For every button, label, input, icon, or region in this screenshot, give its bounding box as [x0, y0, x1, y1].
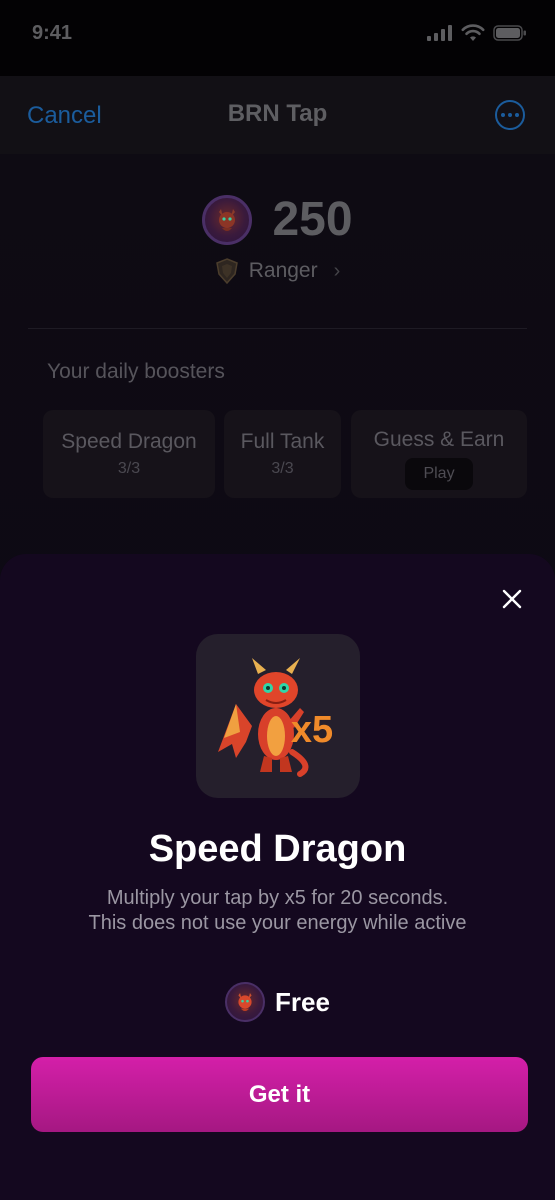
- booster-card-speed-dragon[interactable]: Speed Dragon 3/3: [43, 410, 215, 498]
- signal-icon: [427, 25, 452, 41]
- description-line: This does not use your energy while acti…: [88, 912, 467, 934]
- rank-label: Ranger: [248, 259, 318, 282]
- description-line: Multiply your tap by x5 for 20 seconds.: [106, 887, 449, 909]
- dot: [501, 113, 505, 117]
- dragon-coin-icon: [225, 982, 266, 1022]
- wifi-icon: [461, 24, 485, 41]
- sheet-title: Speed Dragon: [148, 828, 407, 870]
- image-badge: x5: [291, 709, 333, 751]
- play-button[interactable]: Play: [405, 458, 473, 490]
- status-icons: [427, 24, 527, 42]
- get-it-button[interactable]: Get it: [31, 1057, 528, 1132]
- dot: [515, 113, 519, 117]
- battery-icon: [493, 25, 526, 41]
- shield-badge-icon: [215, 258, 238, 284]
- sheet-description: Multiply your tap by x5 for 20 seconds. …: [0, 886, 555, 936]
- dot: [508, 113, 512, 117]
- booster-card-full-tank[interactable]: Full Tank 3/3: [224, 410, 341, 498]
- booster-name: Full Tank: [240, 430, 325, 453]
- divider: [28, 328, 527, 329]
- status-bar: 9:41: [0, 0, 555, 76]
- dragon-coin-icon: [202, 194, 253, 245]
- booster-count: 3/3: [117, 460, 141, 477]
- booster-name: Guess & Earn: [373, 428, 505, 451]
- more-circle-icon[interactable]: [495, 100, 525, 130]
- status-time: 9:41: [32, 22, 73, 44]
- booster-bottom-sheet: x5 Speed Dragon Multiply your tap by x5 …: [0, 554, 555, 1200]
- dragon-illustration: x5: [218, 658, 333, 777]
- price-label: Free: [275, 986, 330, 1017]
- chevron-right-icon: ›: [333, 259, 341, 282]
- booster-count: 3/3: [271, 460, 294, 477]
- boosters-heading: Your daily boosters: [47, 360, 225, 383]
- balance-value: 250: [272, 193, 353, 246]
- price-row: Free: [0, 982, 555, 1022]
- booster-card-guess-earn[interactable]: Guess & Earn Play: [351, 410, 527, 498]
- nav-bar: Cancel BRN Tap: [0, 76, 555, 154]
- rank-row[interactable]: Ranger ›: [0, 258, 555, 284]
- booster-name: Speed Dragon: [61, 430, 197, 453]
- page-title: BRN Tap: [227, 100, 328, 127]
- close-icon[interactable]: [499, 586, 525, 612]
- balance-row: 250: [0, 192, 555, 247]
- speed-dragon-image: x5: [196, 634, 360, 798]
